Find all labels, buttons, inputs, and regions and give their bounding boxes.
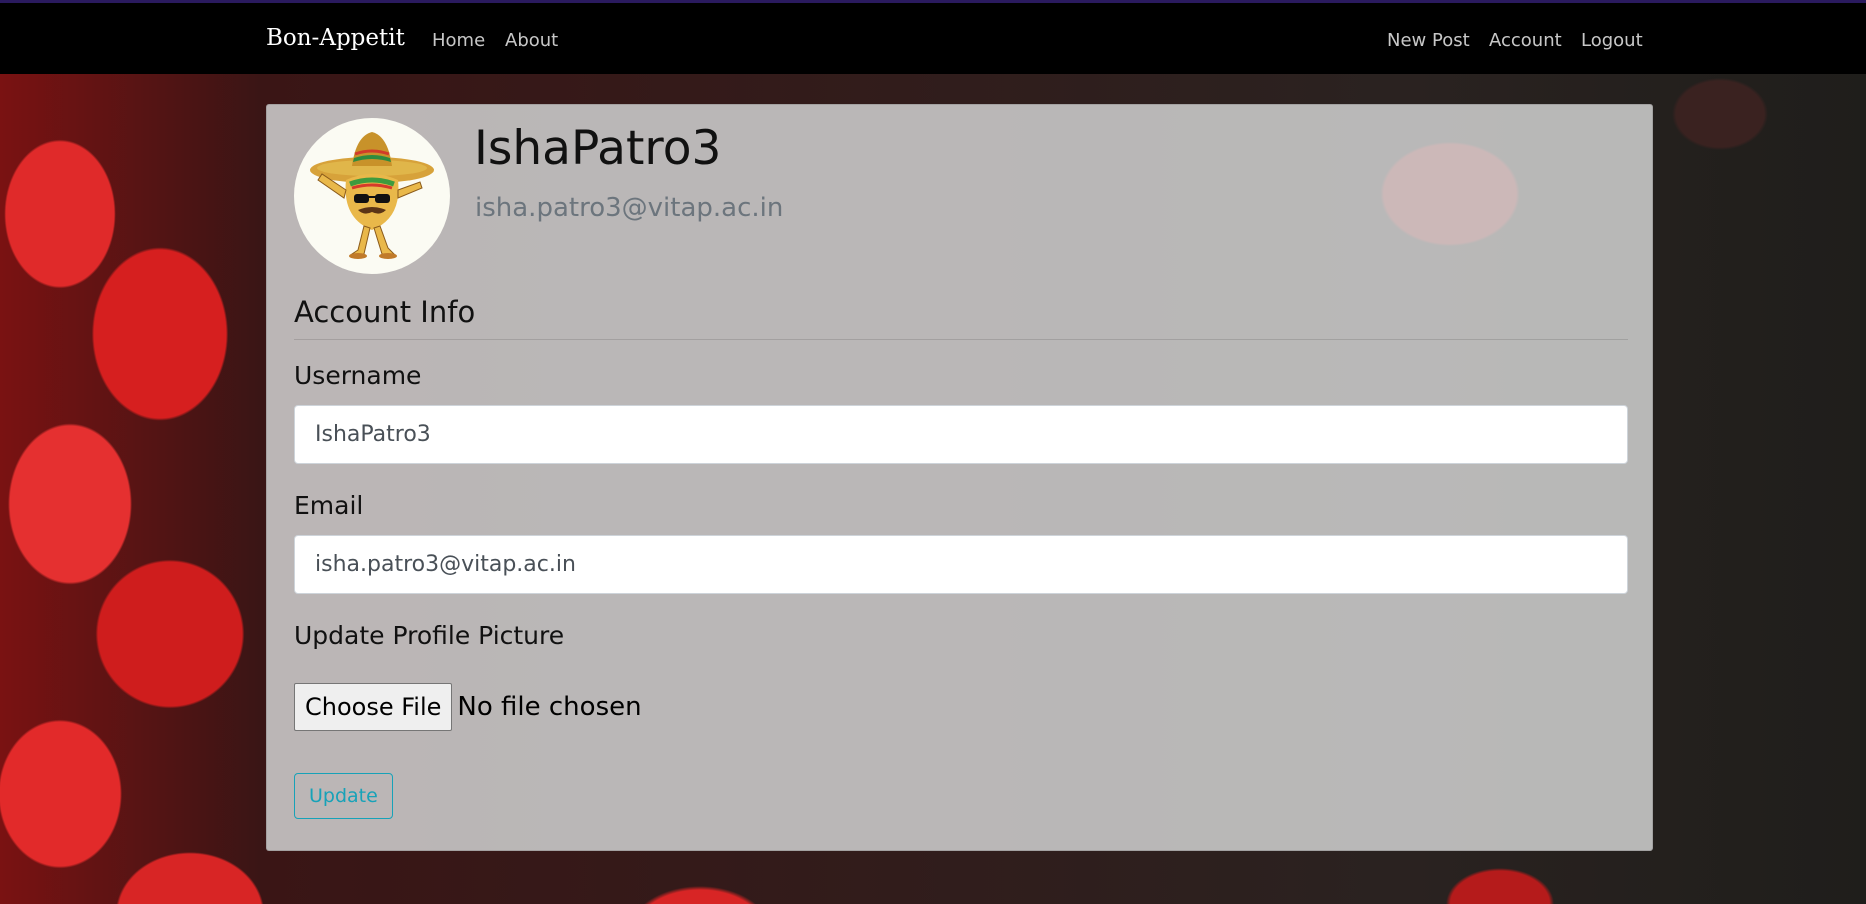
username-label: Username [294,361,422,390]
nav-account-link[interactable]: Account [1489,30,1562,51]
legend-divider [294,339,1628,340]
username-input[interactable] [294,405,1628,464]
account-card: IshaPatro3 isha.patro3@vitap.ac.in Accou… [266,104,1653,851]
profile-username: IshaPatro3 [474,121,722,176]
account-info-legend: Account Info [294,295,476,329]
profile-email: isha.patro3@vitap.ac.in [475,193,784,223]
file-status-text: No file chosen [457,692,642,722]
update-button[interactable]: Update [294,773,393,819]
brand-link[interactable]: Bon-Appetit [266,25,405,51]
taco-sombrero-avatar-icon [310,132,434,259]
file-picker: Choose File No file chosen [294,683,642,731]
avatar [294,118,450,274]
email-label: Email [294,491,364,520]
nav-new-post-link[interactable]: New Post [1387,30,1470,51]
navbar: Bon-Appetit Home About New Post Account … [0,3,1866,74]
choose-file-button[interactable]: Choose File [294,683,453,731]
nav-about-link[interactable]: About [505,30,558,51]
picture-label: Update Profile Picture [294,621,565,650]
email-input[interactable] [294,535,1628,594]
nav-home-link[interactable]: Home [432,30,485,51]
nav-logout-link[interactable]: Logout [1581,30,1643,51]
